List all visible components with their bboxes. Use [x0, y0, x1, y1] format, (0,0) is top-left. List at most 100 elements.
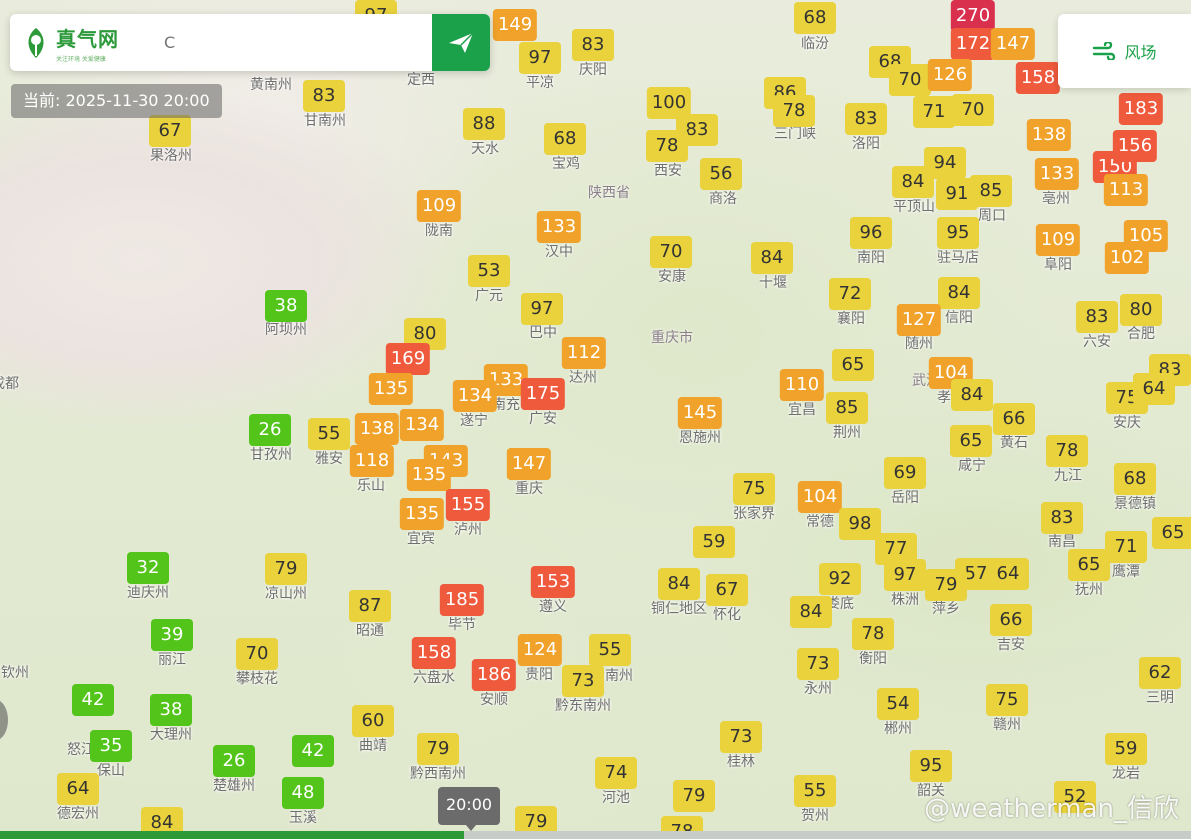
aqi-marker[interactable]: 84 [951, 379, 993, 411]
aqi-marker[interactable]: 153 [530, 566, 576, 598]
aqi-marker[interactable]: 79 [925, 569, 967, 601]
aqi-marker[interactable]: 83 [1076, 301, 1118, 333]
aqi-marker[interactable]: 55 [589, 634, 631, 666]
aqi-marker[interactable]: 134 [452, 380, 498, 412]
aqi-marker[interactable]: 73 [797, 648, 839, 680]
aqi-marker[interactable]: 67 [706, 574, 748, 606]
aqi-marker[interactable]: 149 [492, 9, 538, 41]
aqi-marker[interactable]: 65 [1152, 517, 1191, 549]
aqi-marker[interactable]: 75 [733, 473, 775, 505]
aqi-marker[interactable]: 118 [349, 445, 395, 477]
aqi-marker[interactable]: 42 [292, 735, 334, 767]
aqi-marker[interactable]: 35 [90, 730, 132, 762]
aqi-marker[interactable]: 156 [1112, 130, 1158, 162]
aqi-marker[interactable]: 75 [986, 684, 1028, 716]
aqi-marker[interactable]: 83 [845, 103, 887, 135]
aqi-marker[interactable]: 55 [308, 418, 350, 450]
aqi-marker[interactable]: 126 [927, 59, 973, 91]
aqi-marker[interactable]: 73 [720, 721, 762, 753]
aqi-marker[interactable]: 83 [303, 80, 345, 112]
time-slider-thumb[interactable]: 20:00 [438, 787, 500, 831]
aqi-marker[interactable]: 74 [595, 757, 637, 789]
aqi-marker[interactable]: 88 [463, 108, 505, 140]
aqi-marker[interactable]: 64 [987, 558, 1029, 590]
aqi-marker[interactable]: 135 [399, 498, 445, 530]
aqi-marker[interactable]: 133 [1034, 158, 1080, 190]
aqi-marker[interactable]: 78 [1046, 435, 1088, 467]
aqi-marker[interactable]: 55 [794, 775, 836, 807]
aqi-marker[interactable]: 97 [521, 293, 563, 325]
aqi-marker[interactable]: 175 [520, 378, 566, 410]
aqi-marker[interactable]: 78 [773, 95, 815, 127]
aqi-marker[interactable]: 68 [1114, 463, 1156, 495]
aqi-marker[interactable]: 54 [877, 688, 919, 720]
aqi-marker[interactable]: 145 [677, 397, 723, 429]
aqi-marker[interactable]: 68 [794, 2, 836, 34]
aqi-marker[interactable]: 79 [417, 733, 459, 765]
aqi-marker[interactable]: 172 [950, 28, 996, 60]
aqi-marker[interactable]: 70 [236, 638, 278, 670]
aqi-marker[interactable]: 110 [779, 369, 825, 401]
aqi-marker[interactable]: 135 [406, 459, 452, 491]
aqi-marker[interactable]: 66 [990, 604, 1032, 636]
aqi-marker[interactable]: 112 [561, 337, 607, 369]
aqi-marker[interactable]: 70 [952, 94, 994, 126]
aqi-marker[interactable]: 95 [937, 217, 979, 249]
aqi-marker[interactable]: 59 [693, 526, 735, 558]
aqi-marker[interactable]: 83 [1041, 502, 1083, 534]
aqi-marker[interactable]: 109 [1035, 224, 1081, 256]
aqi-marker[interactable]: 80 [1120, 294, 1162, 326]
aqi-marker[interactable]: 67 [149, 115, 191, 147]
wind-field-button[interactable]: 风场 [1058, 14, 1191, 88]
aqi-marker[interactable]: 124 [517, 634, 563, 666]
aqi-marker[interactable]: 147 [506, 448, 552, 480]
aqi-marker[interactable]: 56 [700, 158, 742, 190]
aqi-marker[interactable]: 138 [1026, 119, 1072, 151]
search-input[interactable] [160, 22, 432, 63]
aqi-marker[interactable]: 38 [150, 694, 192, 726]
aqi-marker[interactable]: 138 [354, 413, 400, 445]
aqi-marker[interactable]: 133 [536, 211, 582, 243]
aqi-marker[interactable]: 66 [993, 403, 1035, 435]
aqi-marker[interactable]: 79 [265, 553, 307, 585]
aqi-marker[interactable]: 127 [896, 304, 942, 336]
aqi-marker[interactable]: 113 [1103, 174, 1149, 206]
aqi-marker[interactable]: 69 [884, 457, 926, 489]
aqi-marker[interactable]: 104 [797, 481, 843, 513]
aqi-marker[interactable]: 135 [368, 373, 414, 405]
aqi-marker[interactable]: 158 [1015, 62, 1061, 94]
aqi-marker[interactable]: 42 [72, 684, 114, 716]
aqi-marker[interactable]: 78 [852, 618, 894, 650]
aqi-marker[interactable]: 32 [127, 552, 169, 584]
aqi-marker[interactable]: 84 [790, 596, 832, 628]
aqi-marker[interactable]: 38 [265, 290, 307, 322]
aqi-marker[interactable]: 158 [411, 637, 457, 669]
aqi-marker[interactable]: 59 [1105, 733, 1147, 765]
aqi-marker[interactable]: 83 [572, 29, 614, 61]
aqi-marker[interactable]: 70 [889, 64, 931, 96]
aqi-marker[interactable]: 79 [673, 780, 715, 812]
aqi-marker[interactable]: 60 [352, 705, 394, 737]
aqi-marker[interactable]: 73 [562, 665, 604, 697]
aqi-marker[interactable]: 64 [57, 773, 99, 805]
aqi-marker[interactable]: 102 [1104, 242, 1150, 274]
aqi-marker[interactable]: 71 [1105, 531, 1147, 563]
aqi-marker[interactable]: 85 [826, 392, 868, 424]
aqi-marker[interactable]: 53 [468, 255, 510, 287]
aqi-marker[interactable]: 78 [646, 130, 688, 162]
aqi-marker[interactable]: 84 [658, 568, 700, 600]
time-slider-track[interactable] [0, 831, 1191, 839]
aqi-marker[interactable]: 134 [399, 409, 445, 441]
aqi-marker[interactable]: 97 [884, 559, 926, 591]
aqi-marker[interactable]: 70 [650, 236, 692, 268]
aqi-map[interactable]: 黄南州 甘南州 定西 平凉 庆阳 临汾 果洛州 天水 宝鸡 西安 商洛 三门峡 洛阳 平顶山 周口 亳州 陇南汉… [0, 0, 1191, 839]
aqi-marker[interactable]: 84 [751, 242, 793, 274]
aqi-marker[interactable]: 109 [416, 190, 462, 222]
aqi-marker[interactable]: 185 [439, 584, 485, 616]
aqi-marker[interactable]: 68 [544, 123, 586, 155]
aqi-marker[interactable]: 186 [471, 659, 517, 691]
aqi-marker[interactable]: 39 [151, 619, 193, 651]
aqi-marker[interactable]: 97 [519, 42, 561, 74]
aqi-marker[interactable]: 95 [910, 750, 952, 782]
aqi-marker[interactable]: 26 [249, 414, 291, 446]
